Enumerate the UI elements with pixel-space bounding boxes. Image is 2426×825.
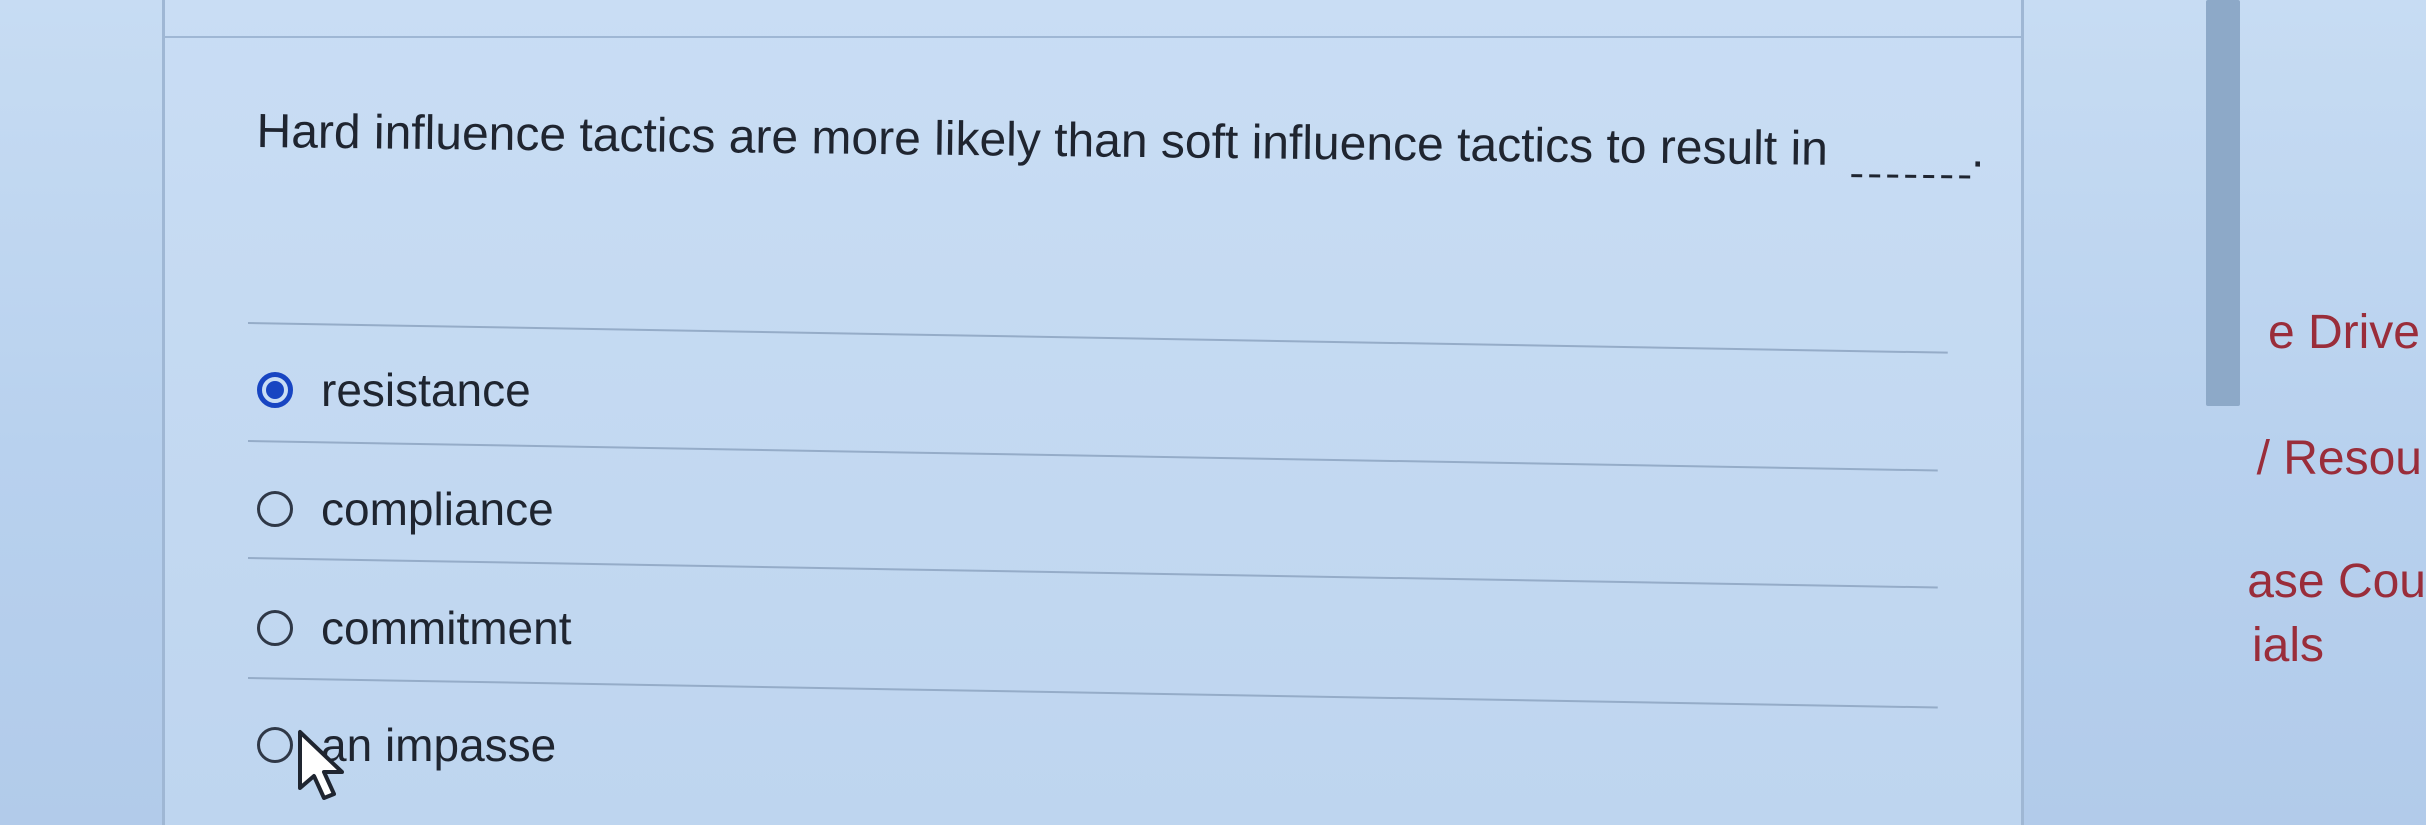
question-stem: Hard influence tactics are more likely t…: [256, 104, 1829, 176]
question-period: .: [1970, 124, 1985, 178]
sidebar-link-drive[interactable]: e Drive: [2268, 304, 2420, 362]
sidebar-link-materials[interactable]: ials: [2252, 617, 2324, 675]
option-label: compliance: [321, 483, 554, 535]
option-label: an impasse: [321, 719, 557, 771]
radio-unchecked-icon[interactable]: [257, 491, 293, 527]
option-commitment[interactable]: commitment: [257, 600, 571, 656]
screen: Hard influence tactics are more likely t…: [0, 0, 2426, 825]
radio-unchecked-icon[interactable]: [257, 727, 293, 763]
radio-unchecked-icon[interactable]: [257, 610, 293, 646]
answer-blank: [1850, 174, 1971, 179]
panel-top-border: [162, 36, 2024, 38]
scrollbar[interactable]: [2206, 0, 2240, 406]
option-compliance[interactable]: compliance: [257, 481, 554, 537]
mouse-pointer-icon: [298, 730, 344, 800]
sidebar-link-course[interactable]: ase Cou: [2247, 553, 2426, 611]
option-resistance[interactable]: resistance: [257, 362, 531, 418]
option-label: commitment: [321, 602, 572, 654]
radio-checked-icon[interactable]: [257, 372, 293, 408]
option-label: resistance: [321, 364, 531, 416]
sidebar-link-resources[interactable]: / Resou: [2257, 430, 2422, 488]
